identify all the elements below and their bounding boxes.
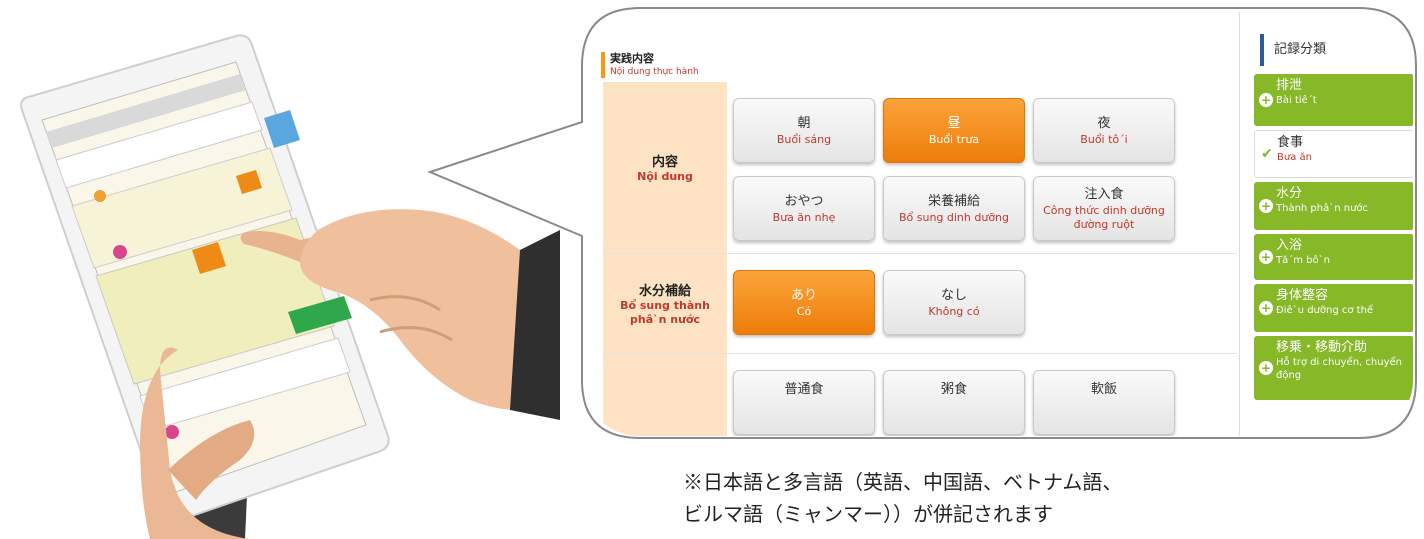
sidebar-item-water[interactable]: + 水分 Thành phâ`n nước [1254,182,1413,230]
option-label-jp: 注入食 [1084,186,1124,202]
option-label-jp: 昼 [947,115,961,131]
option-label-jp: おやつ [784,193,824,209]
note-line-2: ビルマ語（ミャンマー））が併記されます [683,502,1053,526]
option-label-jp: 夜 [1097,115,1111,131]
option-label-jp: なし [940,287,967,303]
option-label-jp: 軟飯 [1090,382,1117,397]
option-label-vi: Công thức dinh dưỡng đường ruột [1043,203,1165,231]
tablet-illustration [0,0,560,539]
plus-icon: + [1259,301,1273,315]
callout-panel: 実践内容 Nội dung thực hành 内容 Nội dung 朝 Bu… [583,12,1413,436]
sidebar-item-label: 水分 [1276,186,1303,201]
plus-icon: + [1259,250,1273,264]
row-label-jp: 水分補給 [638,284,691,299]
sidebar-item-sublabel: Bưa ăn [1277,152,1312,163]
sidebar-item-label: 入浴 [1276,238,1303,253]
sidebar-item-label: 身体整容 [1276,288,1329,303]
sidebar-item-bathing[interactable]: + 入浴 Tă´m bô`n [1254,234,1413,280]
row-label-hydration: 水分補給 Bổ sung thành phâ`n nước [603,254,727,353]
sidebar-item-sublabel: Thành phâ`n nước [1276,203,1369,214]
option-tube-feeding[interactable]: 注入食 Công thức dinh dưỡng đường ruột [1033,176,1175,241]
section-header: 実践内容 Nội dung thực hành [601,52,699,78]
sidebar-item-label: 移乗・移動介助 [1276,340,1368,355]
sidebar-item-sublabel: Tă´m bô`n [1276,255,1330,266]
sidebar-item-label: 排泄 [1276,78,1303,93]
plus-icon: + [1259,93,1273,107]
option-label-jp: 栄養補給 [927,193,980,209]
option-nutrition[interactable]: 栄養補給 Bổ sung dinh dưỡng [883,176,1025,241]
option-no[interactable]: なし Không có [883,270,1025,335]
record-category-sidebar: 記録分類 + 排泄 Bài tiê´t ✔ 食事 Bưa ăn + 水分 Thà… [1239,12,1413,436]
option-label-vi: Bưa ăn nhẹ [772,210,836,224]
row-label-content: 内容 Nội dung [603,82,727,253]
option-label-vi: Bổ sung dinh dưỡng [898,210,1010,224]
table-row-meal-type: 普通食 粥食 軟飯 [603,354,1237,436]
sidebar-item-grooming[interactable]: + 身体整容 Điê`u dưỡng cơ thể [1254,284,1413,332]
sidebar-item-sublabel: Bài tiê´t [1276,95,1317,106]
option-yes[interactable]: あり Có [733,270,875,335]
sidebar-item-sublabel: Hỗ trợ di chuyển, chuyển động [1276,357,1402,381]
option-label-vi: Buổi trưa [928,132,980,146]
option-label-jp: 普通食 [784,382,824,397]
sidebar-item-meal[interactable]: ✔ 食事 Bưa ăn [1254,130,1413,178]
row-label-jp: 内容 [651,155,678,170]
option-label-vi: Buổi tô´i [1080,132,1128,146]
option-label-jp: あり [790,287,817,303]
option-morning[interactable]: 朝 Buổi sáng [733,98,875,163]
sidebar-item-excretion[interactable]: + 排泄 Bài tiê´t [1254,74,1413,126]
sidebar-item-label: 食事 [1277,135,1304,150]
tablet-photo [20,34,560,539]
language-note: ※日本語と多言語（英語、中国語、ベトナム語、 ビルマ語（ミャンマー））が併記され… [683,466,1403,530]
plus-icon: + [1259,361,1273,375]
option-label-jp: 粥食 [940,382,967,397]
check-icon: ✔ [1261,146,1273,162]
option-noon[interactable]: 昼 Buổi trưa [883,98,1025,163]
row-label-meal-type [603,354,727,436]
sidebar-title: 記録分類 [1260,34,1410,66]
option-night[interactable]: 夜 Buổi tô´i [1033,98,1175,163]
sidebar-item-transfer-assist[interactable]: + 移乗・移動介助 Hỗ trợ di chuyển, chuyển động [1254,336,1413,400]
section-subtitle: Nội dung thực hành [610,67,699,77]
option-label-vi: Buổi sáng [776,132,832,146]
sidebar-item-sublabel: Điê`u dưỡng cơ thể [1276,305,1374,316]
option-regular-meal[interactable]: 普通食 [733,370,875,435]
option-snack[interactable]: おやつ Bưa ăn nhẹ [733,176,875,241]
note-line-1: ※日本語と多言語（英語、中国語、ベトナム語、 [683,470,1123,494]
option-porridge[interactable]: 粥食 [883,370,1025,435]
row-label-vi: Nội dung [637,170,693,183]
option-label-jp: 朝 [797,115,811,131]
record-screen: 実践内容 Nội dung thực hành 内容 Nội dung 朝 Bu… [583,12,1413,436]
table-row-content: 内容 Nội dung 朝 Buổi sáng 昼 Buổi trưa 夜 Bu… [603,82,1237,254]
section-title: 実践内容 [610,52,654,65]
plus-icon: + [1259,199,1273,213]
table-row-hydration: 水分補給 Bổ sung thành phâ`n nước あり Có なし K… [603,254,1237,354]
row-label-vi: Bổ sung thành phâ`n nước [620,299,710,326]
option-soft-rice[interactable]: 軟飯 [1033,370,1175,435]
option-label-vi: Không có [928,304,980,318]
option-label-vi: Có [796,304,812,318]
